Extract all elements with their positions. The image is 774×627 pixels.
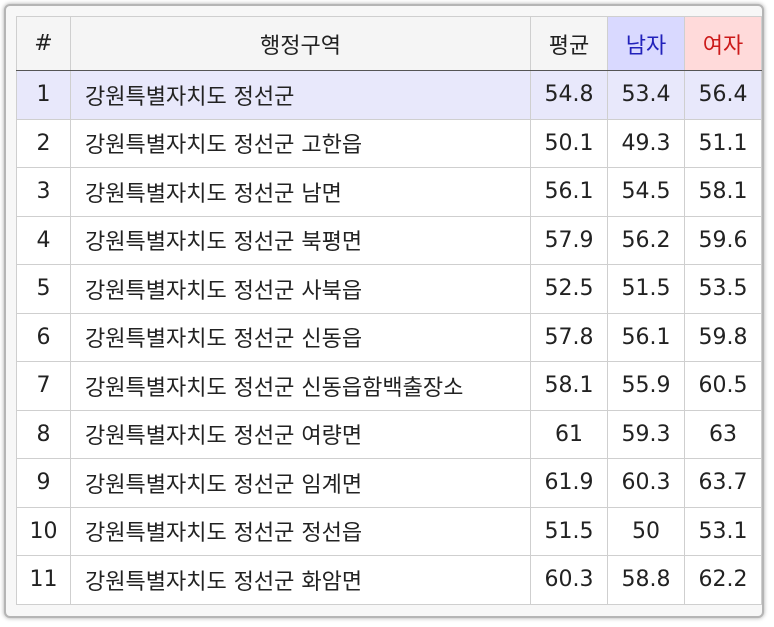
cell-num: 4 (16, 215, 71, 265)
cell-avg: 51.5 (530, 506, 608, 556)
cell-avg: 50.1 (530, 118, 608, 168)
cell-num: 1 (16, 70, 71, 120)
cell-female: 63.7 (684, 458, 762, 508)
cell-region: 강원특별자치도 정선군 정선읍 (70, 506, 531, 556)
cell-num: 11 (16, 555, 71, 605)
table-container: # 행정구역 평균 남자 여자 1 강원특별자치도 정선군 54.8 53.4 … (4, 4, 764, 618)
age-table: # 행정구역 평균 남자 여자 1 강원특별자치도 정선군 54.8 53.4 … (16, 16, 762, 605)
cell-region: 강원특별자치도 정선군 신동읍 (70, 312, 531, 362)
cell-region: 강원특별자치도 정선군 여량면 (70, 409, 531, 459)
cell-region: 강원특별자치도 정선군 화암면 (70, 555, 531, 605)
cell-female: 56.4 (684, 70, 762, 120)
header-region: 행정구역 (70, 16, 531, 71)
table-row: 1 강원특별자치도 정선군 54.8 53.4 56.4 (16, 70, 762, 120)
cell-num: 5 (16, 264, 71, 314)
cell-male: 53.4 (607, 70, 685, 120)
table-row: 9 강원특별자치도 정선군 임계면 61.9 60.3 63.7 (16, 458, 762, 508)
cell-region: 강원특별자치도 정선군 임계면 (70, 458, 531, 508)
table-row: 11 강원특별자치도 정선군 화암면 60.3 58.8 62.2 (16, 555, 762, 605)
cell-male: 55.9 (607, 361, 685, 411)
cell-num: 10 (16, 506, 71, 556)
cell-male: 56.1 (607, 312, 685, 362)
cell-male: 60.3 (607, 458, 685, 508)
cell-male: 58.8 (607, 555, 685, 605)
cell-num: 8 (16, 409, 71, 459)
cell-avg: 56.1 (530, 167, 608, 217)
cell-num: 7 (16, 361, 71, 411)
cell-female: 53.5 (684, 264, 762, 314)
table-row: 6 강원특별자치도 정선군 신동읍 57.8 56.1 59.8 (16, 312, 762, 362)
cell-male: 56.2 (607, 215, 685, 265)
cell-female: 53.1 (684, 506, 762, 556)
cell-female: 51.1 (684, 118, 762, 168)
cell-female: 60.5 (684, 361, 762, 411)
cell-female: 59.6 (684, 215, 762, 265)
cell-num: 3 (16, 167, 71, 217)
table-row: 10 강원특별자치도 정선군 정선읍 51.5 50 53.1 (16, 506, 762, 556)
table-row: 8 강원특별자치도 정선군 여량면 61 59.3 63 (16, 409, 762, 459)
cell-region: 강원특별자치도 정선군 (70, 70, 531, 120)
header-male: 남자 (607, 16, 685, 71)
cell-male: 50 (607, 506, 685, 556)
table-row: 3 강원특별자치도 정선군 남면 56.1 54.5 58.1 (16, 167, 762, 217)
cell-region: 강원특별자치도 정선군 남면 (70, 167, 531, 217)
table-row: 5 강원특별자치도 정선군 사북읍 52.5 51.5 53.5 (16, 264, 762, 314)
cell-region: 강원특별자치도 정선군 고한읍 (70, 118, 531, 168)
cell-num: 6 (16, 312, 71, 362)
table-row: 2 강원특별자치도 정선군 고한읍 50.1 49.3 51.1 (16, 118, 762, 168)
cell-avg: 57.8 (530, 312, 608, 362)
cell-female: 63 (684, 409, 762, 459)
table-row: 4 강원특별자치도 정선군 북평면 57.9 56.2 59.6 (16, 215, 762, 265)
header-avg: 평균 (530, 16, 608, 71)
cell-region: 강원특별자치도 정선군 사북읍 (70, 264, 531, 314)
header-num: # (16, 16, 71, 71)
cell-avg: 57.9 (530, 215, 608, 265)
cell-avg: 61.9 (530, 458, 608, 508)
cell-female: 59.8 (684, 312, 762, 362)
table-row: 7 강원특별자치도 정선군 신동읍함백출장소 58.1 55.9 60.5 (16, 361, 762, 411)
cell-female: 62.2 (684, 555, 762, 605)
header-female: 여자 (684, 16, 762, 71)
cell-avg: 54.8 (530, 70, 608, 120)
cell-region: 강원특별자치도 정선군 북평면 (70, 215, 531, 265)
cell-male: 59.3 (607, 409, 685, 459)
cell-avg: 52.5 (530, 264, 608, 314)
cell-avg: 61 (530, 409, 608, 459)
cell-male: 49.3 (607, 118, 685, 168)
cell-male: 54.5 (607, 167, 685, 217)
header-row: # 행정구역 평균 남자 여자 (16, 16, 762, 71)
cell-male: 51.5 (607, 264, 685, 314)
cell-num: 9 (16, 458, 71, 508)
cell-region: 강원특별자치도 정선군 신동읍함백출장소 (70, 361, 531, 411)
cell-avg: 58.1 (530, 361, 608, 411)
cell-num: 2 (16, 118, 71, 168)
cell-female: 58.1 (684, 167, 762, 217)
cell-avg: 60.3 (530, 555, 608, 605)
